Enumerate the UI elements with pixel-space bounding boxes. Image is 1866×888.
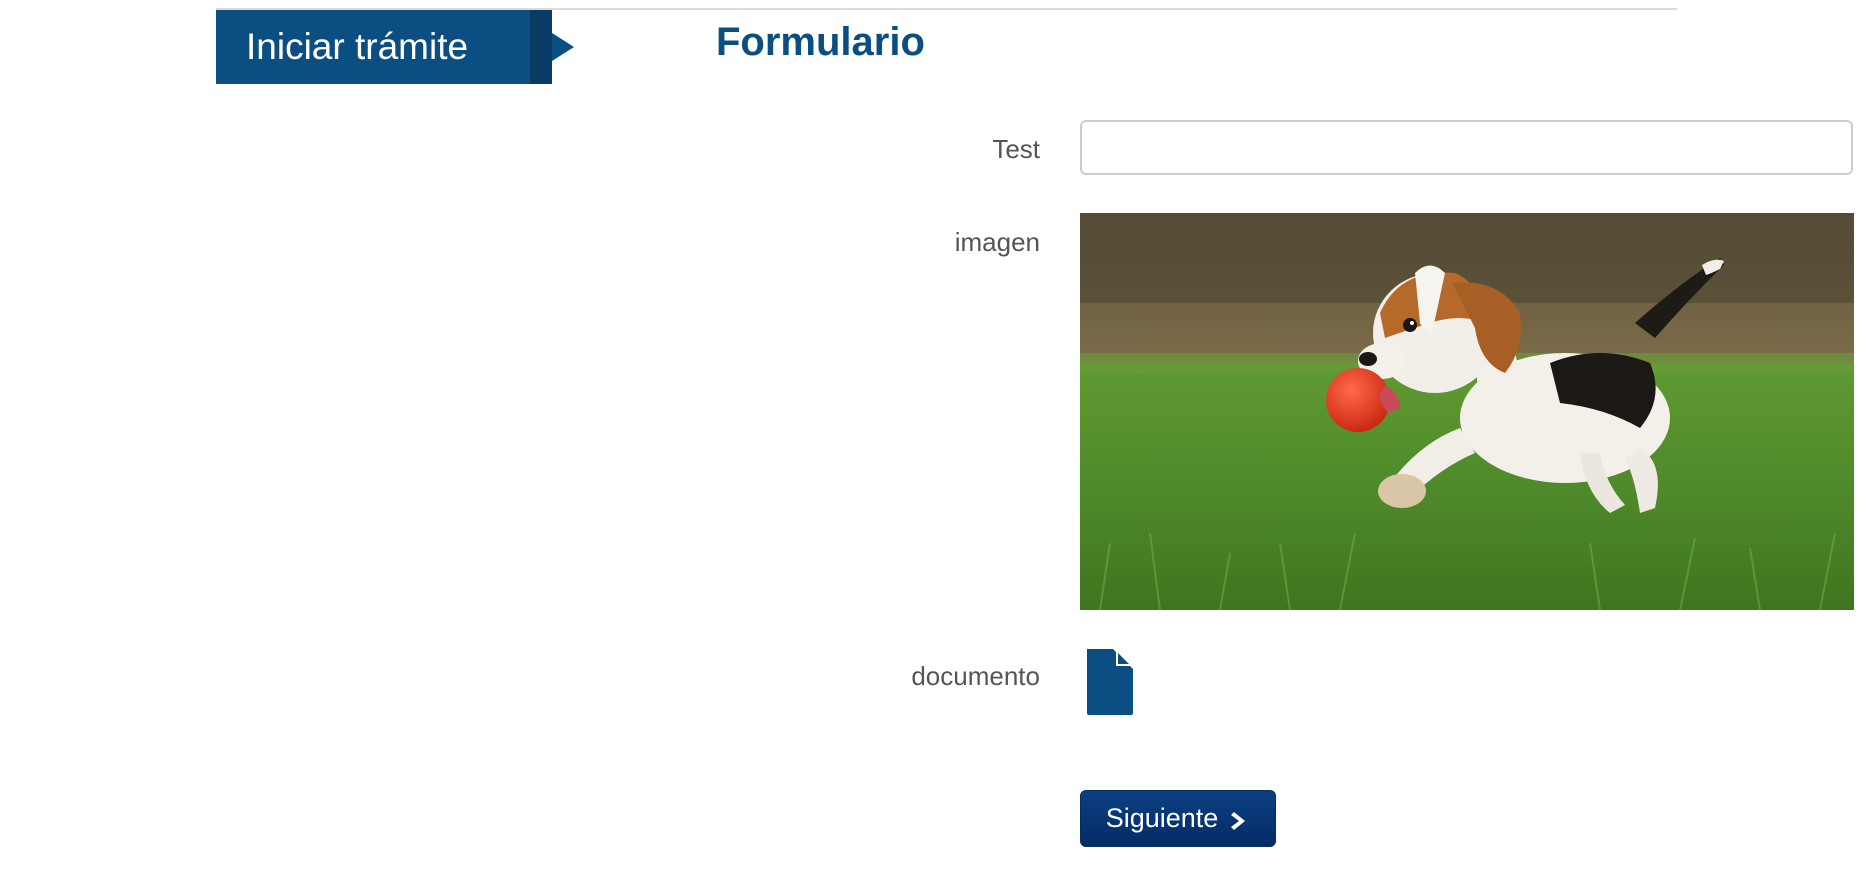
chevron-right-icon	[1230, 808, 1250, 830]
document-icon-graphic	[1087, 649, 1133, 715]
imagen-photo-beagle-puppy	[1080, 213, 1854, 610]
page: Iniciar trámite Formulario Test imagen d…	[0, 0, 1866, 888]
test-input[interactable]	[1080, 120, 1853, 175]
step-tab-iniciar-tramite: Iniciar trámite	[216, 10, 552, 84]
form-title: Formulario	[716, 20, 925, 64]
documento-label: documento	[911, 661, 1040, 691]
next-button-label: Siguiente	[1105, 803, 1219, 833]
imagen-label: imagen	[954, 227, 1040, 257]
step-tab-edge	[530, 10, 552, 84]
test-label: Test	[992, 134, 1040, 164]
step-arrow-icon	[552, 33, 574, 61]
next-button[interactable]: Siguiente	[1080, 790, 1276, 847]
step-tab-label: Iniciar trámite	[216, 10, 530, 84]
document-icon[interactable]	[1085, 649, 1135, 715]
beagle-puppy-image	[1080, 213, 1854, 610]
